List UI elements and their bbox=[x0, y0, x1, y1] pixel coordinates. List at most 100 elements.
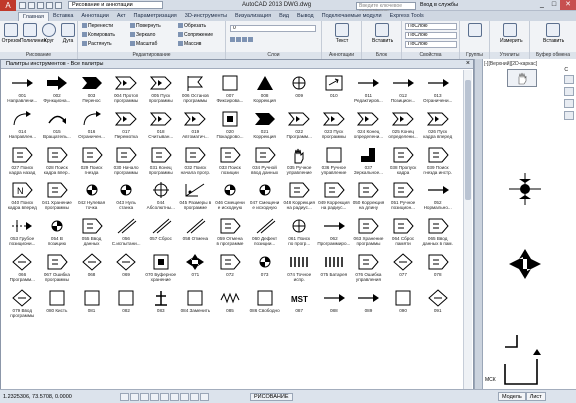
group-button[interactable] bbox=[465, 23, 485, 38]
palette-tool[interactable]: 052 Нормально... bbox=[420, 179, 455, 215]
search-input[interactable]: Введите ключевое слово/фразу bbox=[356, 2, 416, 15]
palette-tool[interactable]: 028 Поиск кадра впер.. bbox=[40, 144, 75, 180]
tab-3[interactable]: Аннотации bbox=[77, 12, 113, 21]
layer-icon[interactable] bbox=[230, 37, 235, 43]
palette-tool[interactable]: 017 Перемотка bbox=[109, 108, 144, 144]
palette-tool[interactable]: 019 Автоматич... bbox=[178, 108, 213, 144]
zoom-icon[interactable] bbox=[564, 87, 574, 96]
palette-tool[interactable]: 045 Размеры в программе bbox=[178, 179, 213, 215]
lwt-toggle[interactable] bbox=[200, 392, 209, 401]
tab-1[interactable]: Главная bbox=[18, 12, 49, 21]
layer-match-icon[interactable] bbox=[248, 37, 253, 43]
stretch-button[interactable]: Растянуть bbox=[82, 41, 112, 47]
drawing-area[interactable]: [-][Верхний][2D-каркас] С МСК bbox=[482, 59, 576, 389]
snap-toggle[interactable] bbox=[120, 392, 129, 401]
palette-tool[interactable]: 078 bbox=[420, 251, 455, 287]
undo-icon[interactable] bbox=[46, 1, 53, 9]
palette-tool[interactable]: 023 Пуск программы bbox=[317, 108, 352, 144]
layer-freeze-icon[interactable] bbox=[236, 37, 241, 43]
palette-tool[interactable]: 047 Смещени е исходную bbox=[247, 179, 282, 215]
viewcube[interactable] bbox=[507, 69, 537, 87]
palette-header[interactable]: Палитры инструментов - Все палитры × bbox=[1, 60, 473, 69]
palette-tool[interactable]: 030 Начало программы bbox=[109, 144, 144, 180]
palette-tool[interactable]: 038 Пропуск кадра bbox=[386, 144, 421, 180]
insert-block-button[interactable]: Вставить bbox=[372, 23, 393, 44]
palette-tool[interactable]: 074 Точное испр. bbox=[282, 251, 317, 287]
open-icon[interactable] bbox=[28, 1, 35, 9]
palette-tool[interactable]: 060 Дефект позиции... bbox=[247, 215, 282, 251]
palette-tool[interactable]: 031 Конец программы bbox=[143, 144, 178, 180]
palette-tool[interactable]: 024 Конец определени... bbox=[351, 108, 386, 144]
copy-button[interactable]: Копировать bbox=[82, 32, 115, 38]
palette-tool[interactable]: 008 Коррекция bbox=[247, 72, 282, 108]
palette-tool[interactable]: 058 Отмена bbox=[178, 215, 213, 251]
minimize-icon[interactable]: _ bbox=[536, 0, 548, 10]
palette-tool[interactable]: 085 bbox=[213, 287, 248, 323]
tab-5[interactable]: Параметризация bbox=[130, 12, 181, 21]
mode-indicator[interactable]: РИСОВАНИЕ bbox=[250, 392, 293, 401]
color-select[interactable]: ПоСлою bbox=[405, 23, 457, 30]
line-button[interactable]: Отрезок bbox=[1, 23, 21, 44]
palette-tool[interactable]: 007 Фиксирова... bbox=[213, 72, 248, 108]
palette-tool[interactable]: 018 Считыван... bbox=[143, 108, 178, 144]
palette-tool[interactable]: 051 Ручное позицион... bbox=[386, 179, 421, 215]
palette-tool[interactable]: 056 С.испытани... bbox=[109, 215, 144, 251]
palette-tool[interactable]: 066 Программ... bbox=[5, 251, 40, 287]
workspace-select[interactable]: Рисование и аннотации bbox=[68, 1, 163, 9]
palette-tool[interactable]: 053 Грубое позициони... bbox=[5, 215, 40, 251]
array-button[interactable]: Массив bbox=[178, 41, 201, 47]
palette-tool[interactable]: 077 bbox=[386, 251, 421, 287]
scale-button[interactable]: Масштаб bbox=[130, 41, 157, 47]
palette-tool[interactable]: 002 Функциона... bbox=[40, 72, 75, 108]
new-icon[interactable] bbox=[19, 1, 26, 9]
palette-tool[interactable]: 041 Хранение программы bbox=[40, 179, 75, 215]
measure-button[interactable]: Измерить bbox=[500, 23, 523, 44]
palette-tool[interactable]: 062 Программиро... bbox=[317, 215, 352, 251]
palette-tool[interactable]: 068 bbox=[74, 251, 109, 287]
app-menu-button[interactable]: A bbox=[0, 0, 16, 11]
properties-panel-label[interactable]: Свойства bbox=[402, 52, 459, 59]
palette-tool[interactable]: 036 Ручное управление bbox=[317, 144, 352, 180]
arc-button[interactable]: Дуга bbox=[58, 23, 78, 44]
tab-6[interactable]: 3D-инструменты bbox=[181, 12, 231, 21]
palette-tool[interactable]: N 040 Поиск кадра вперед bbox=[5, 179, 40, 215]
palette-tool[interactable]: 079 Ввод программы bbox=[5, 287, 40, 323]
palette-tool[interactable]: 046 Смещени е исходную bbox=[213, 179, 248, 215]
paste-button[interactable]: Вставить bbox=[543, 23, 564, 44]
layers-panel-label[interactable]: Слои bbox=[226, 52, 321, 59]
palette-tool[interactable]: MST 087 bbox=[282, 287, 317, 323]
palette-tab-strip[interactable] bbox=[474, 59, 482, 389]
annotation-panel-label[interactable]: Аннотации bbox=[322, 52, 361, 59]
orbit-icon[interactable] bbox=[564, 99, 574, 108]
palette-tool[interactable]: 063 Хранение программы bbox=[351, 215, 386, 251]
tab-11[interactable]: Express Tools bbox=[386, 12, 428, 21]
palette-tool[interactable]: 025 Конец определени... bbox=[386, 108, 421, 144]
palette-tool[interactable]: 059 Отмена в программе bbox=[213, 215, 248, 251]
tab-9[interactable]: Вывод bbox=[293, 12, 318, 21]
viewport-controls[interactable]: [-][Верхний][2D-каркас] bbox=[484, 61, 537, 67]
maximize-icon[interactable]: □ bbox=[548, 0, 560, 10]
tab-8[interactable]: Вид bbox=[275, 12, 293, 21]
tab-4[interactable]: Акт bbox=[113, 12, 130, 21]
palette-tool[interactable]: 054 В позицию bbox=[40, 215, 75, 251]
utilities-panel-label[interactable]: Утилиты bbox=[490, 52, 529, 59]
palette-tool[interactable]: 003 Перенос данных bbox=[74, 72, 109, 108]
scroll-thumb[interactable] bbox=[465, 80, 471, 200]
palette-tool[interactable]: 067 Ошибка программы bbox=[40, 251, 75, 287]
osnap-toggle[interactable] bbox=[160, 392, 169, 401]
tab-2[interactable]: Вставка bbox=[49, 12, 77, 21]
palette-tool[interactable]: 020 Покадрово... bbox=[213, 108, 248, 144]
palette-tool[interactable]: 090 bbox=[386, 287, 421, 323]
palette-tool[interactable]: 039 Поиск гнезда инстр. bbox=[420, 144, 455, 180]
palette-tool[interactable]: 083 bbox=[143, 287, 178, 323]
palette-tool[interactable]: 042 Нулевая точка bbox=[74, 179, 109, 215]
move-button[interactable]: Перенести bbox=[82, 23, 113, 29]
save-icon[interactable] bbox=[37, 1, 44, 9]
palette-tool[interactable]: 022 Программ... bbox=[282, 108, 317, 144]
groups-panel-label[interactable]: Группы bbox=[460, 52, 489, 59]
palette-tool[interactable]: 012 Позицион... bbox=[386, 72, 421, 108]
palette-tool[interactable]: 081 bbox=[74, 287, 109, 323]
otrack-toggle[interactable] bbox=[170, 392, 179, 401]
layer-select[interactable]: 0 bbox=[230, 25, 316, 32]
palette-tool[interactable]: 086 Свободно bbox=[247, 287, 282, 323]
